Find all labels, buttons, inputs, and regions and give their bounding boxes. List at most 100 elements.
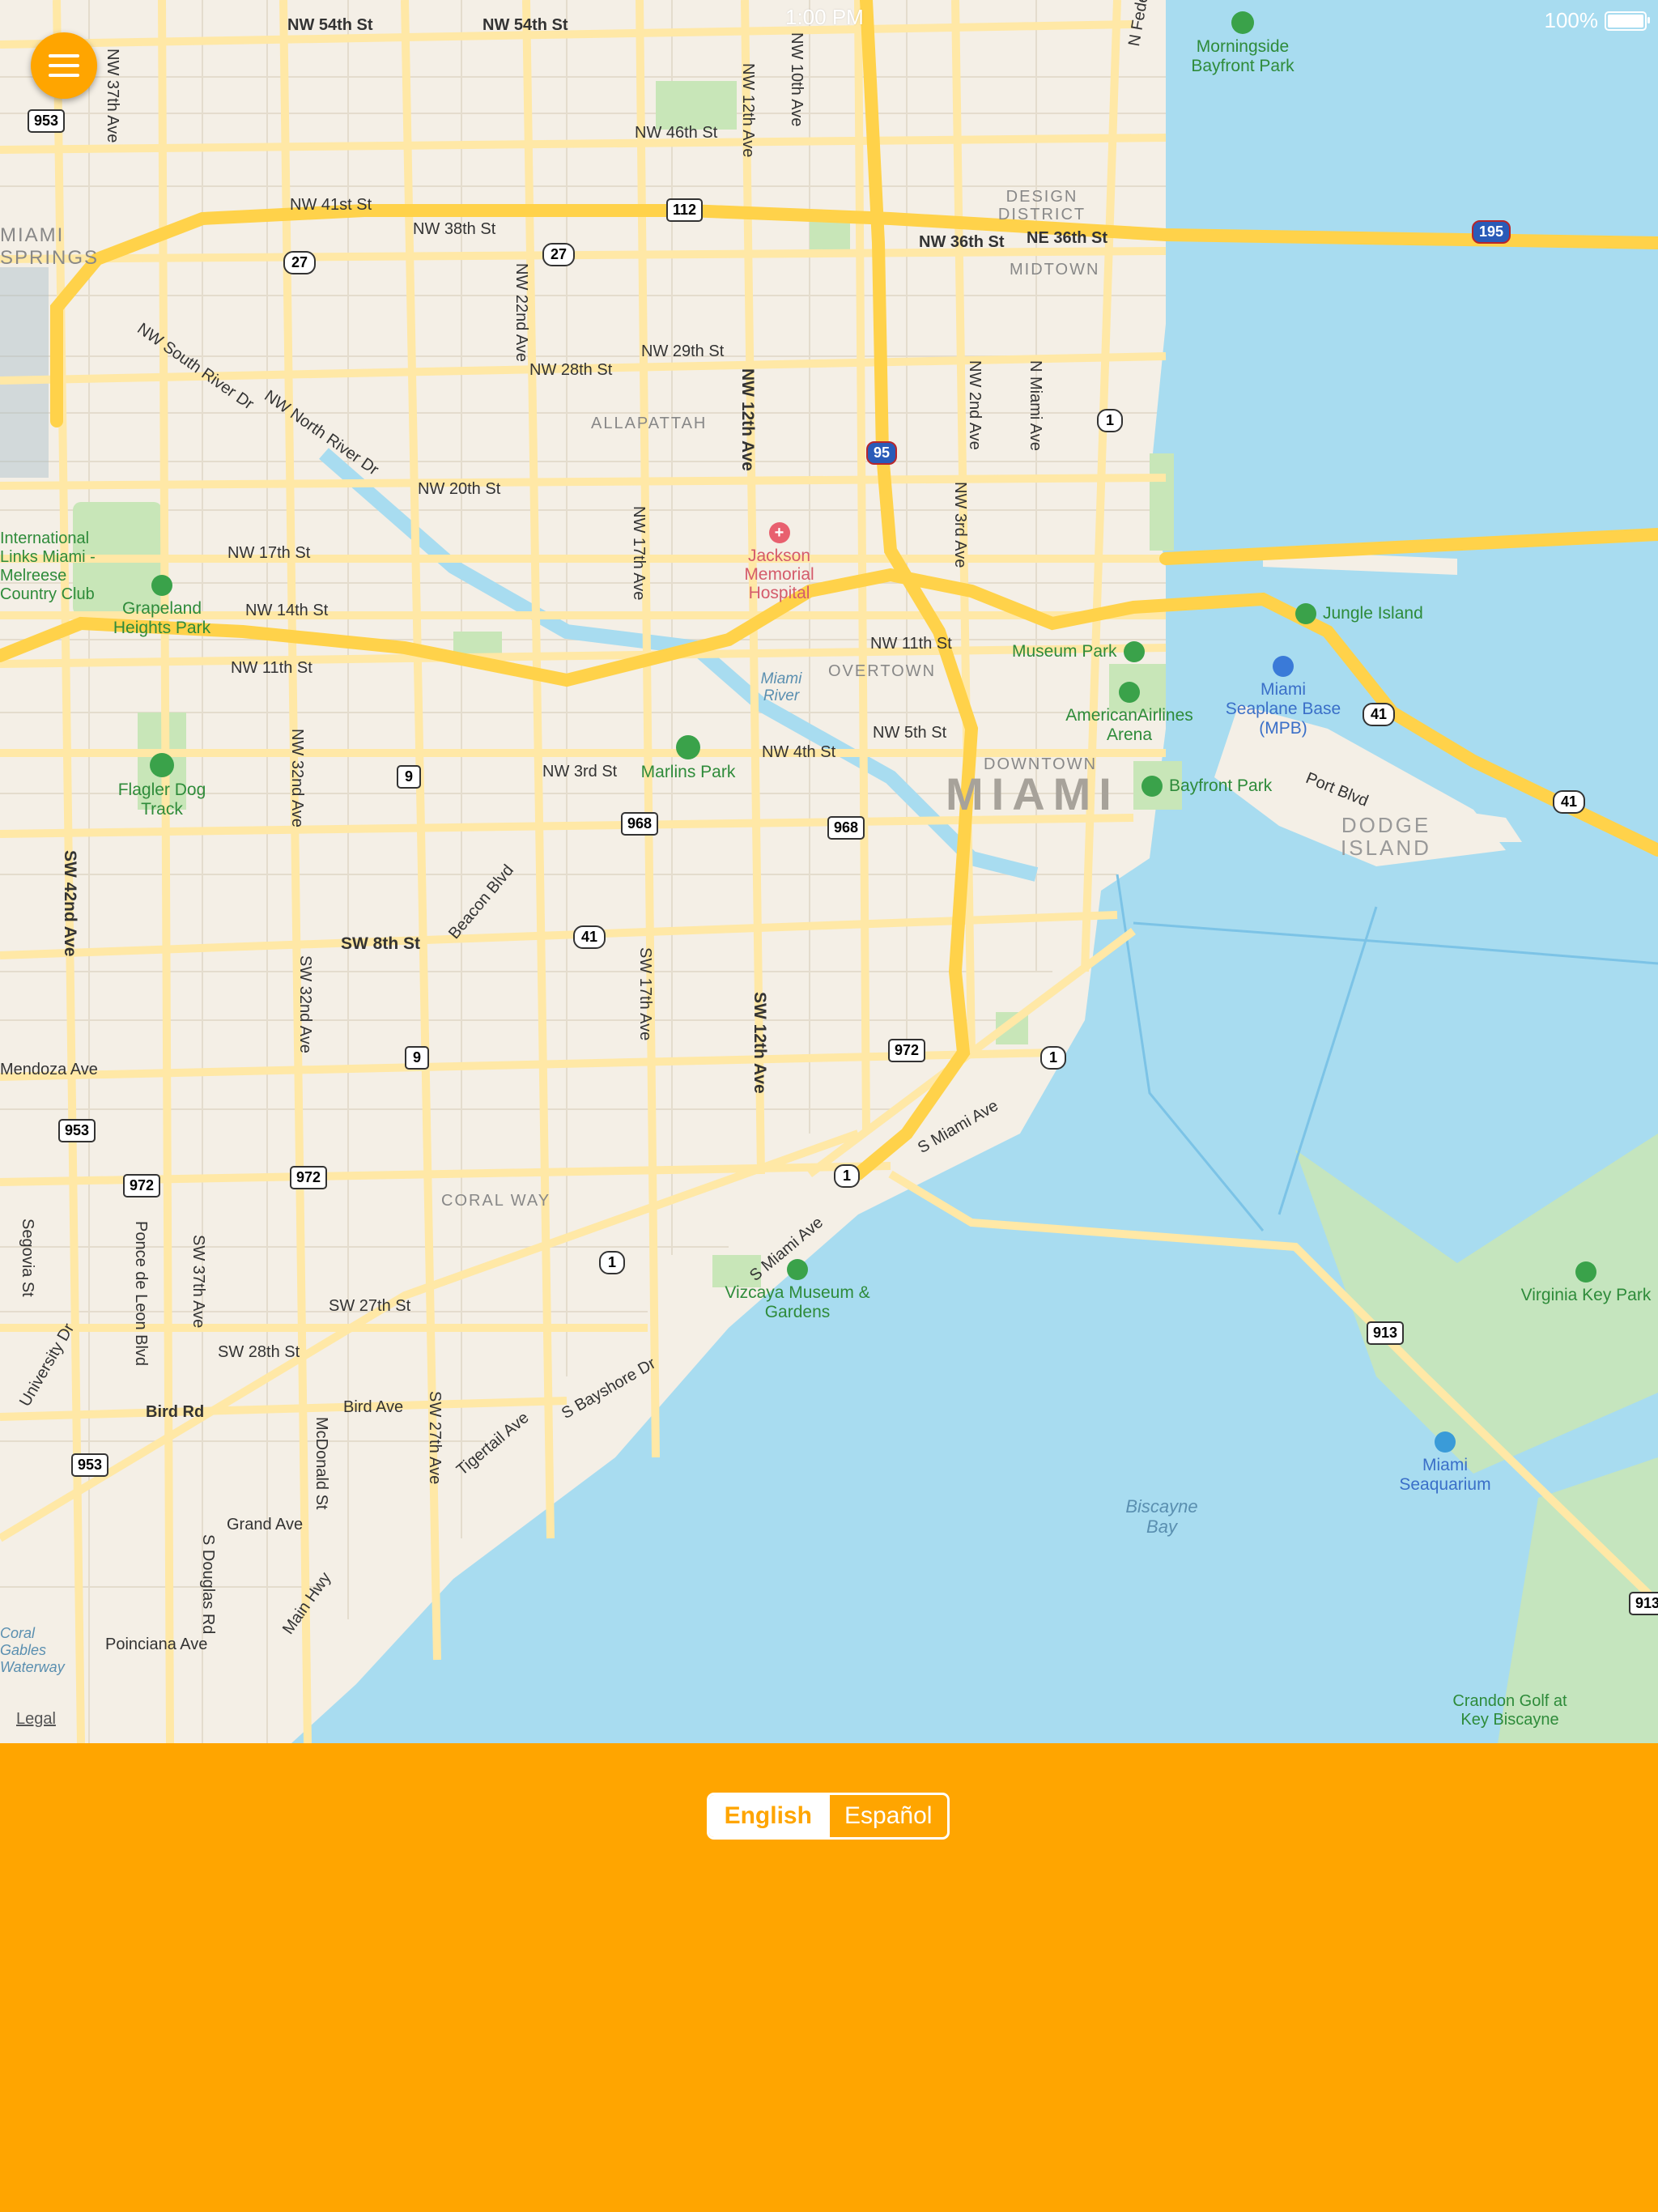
street-label: Poinciana Ave	[105, 1636, 208, 1653]
route-shield: 1	[834, 1164, 861, 1188]
route-shield: 112	[666, 198, 704, 222]
street-label: Bird Rd	[146, 1403, 205, 1421]
poi-park[interactable]: Morningside Bayfront Park	[1182, 11, 1303, 76]
route-shield: 41	[1553, 790, 1586, 814]
poi-label: International Links Miami - Melreese Cou…	[0, 530, 96, 603]
language-spanish-option[interactable]: Español	[827, 1795, 948, 1837]
street-label: Bird Ave	[343, 1398, 404, 1416]
route-shield: 968	[827, 816, 865, 840]
district-label: CORAL WAY	[441, 1192, 551, 1210]
street-label: NW 20th St	[418, 480, 501, 498]
street-label: NW 29th St	[641, 342, 725, 360]
district-label: OVERTOWN	[828, 662, 937, 680]
water-label: Biscayne Bay	[1125, 1496, 1198, 1537]
poi-hospital[interactable]: + Jackson Memorial Hospital	[729, 522, 830, 602]
street-label: SW 28th St	[218, 1343, 300, 1361]
poi-label: Crandon Golf at Key Biscayne	[1452, 1692, 1567, 1729]
district-label: DESIGN DISTRICT	[997, 188, 1086, 223]
street-label: NW 3rd St	[542, 763, 618, 781]
route-shield: 968	[621, 812, 659, 836]
language-english-option[interactable]: English	[709, 1795, 827, 1837]
tree-icon	[1141, 776, 1163, 797]
route-shield: 41	[573, 925, 606, 949]
poi-seaquarium[interactable]: Miami Seaquarium	[1392, 1431, 1498, 1495]
route-shield: 1	[1040, 1046, 1067, 1070]
street-label: NW 41st St	[290, 196, 372, 214]
street-label: NW 2nd Ave	[966, 360, 984, 450]
poi-vizcaya[interactable]: Vizcaya Museum & Gardens	[716, 1259, 878, 1322]
route-shield: 953	[28, 109, 66, 133]
poi-label: Jungle Island	[1323, 604, 1423, 623]
street-label: N Miami Ave	[1027, 360, 1044, 451]
tree-icon	[151, 575, 172, 596]
street-label: SW 32nd Ave	[296, 955, 314, 1053]
district-label: MIDTOWN	[1010, 261, 1100, 279]
poi-melreese[interactable]: International Links Miami - Melreese Cou…	[0, 530, 105, 604]
poi-grapeland[interactable]: Grapeland Heights Park	[105, 575, 219, 638]
route-shield: 913	[1367, 1321, 1405, 1345]
district-label: ALLAPATTAH	[591, 415, 708, 432]
route-shield: 953	[71, 1453, 109, 1477]
street-label: Ponce de Leon Blvd	[132, 1221, 150, 1367]
stadium-icon	[150, 753, 174, 777]
street-label: SW 27th St	[329, 1297, 411, 1315]
street-label: NW 54th St	[287, 16, 373, 34]
street-label: NW 17th Ave	[630, 506, 648, 601]
airplane-icon	[1273, 656, 1294, 677]
status-time: 1:00 PM	[785, 5, 864, 29]
water-label: Miami River	[760, 670, 802, 704]
street-label: NW 5th St	[873, 724, 947, 742]
street-label: NW 12th Ave	[738, 368, 757, 471]
poi-crandon-golf[interactable]: Crandon Golf at Key Biscayne	[1441, 1692, 1579, 1729]
street-label: SW 27th Ave	[426, 1391, 444, 1485]
poi-label: AmericanAirlines Arena	[1065, 706, 1193, 744]
street-label: NW 54th St	[483, 16, 568, 34]
street-label: SW 42nd Ave	[61, 850, 79, 957]
hamburger-icon	[49, 74, 79, 77]
street-label: Mendoza Ave	[0, 1061, 98, 1078]
stadium-icon	[676, 735, 700, 759]
route-shield: 972	[888, 1039, 926, 1062]
route-shield: 195	[1472, 220, 1511, 244]
street-label: NW 4th St	[762, 743, 836, 761]
poi-jungle-island[interactable]: Jungle Island	[1295, 603, 1423, 624]
route-shield: 1	[599, 1251, 626, 1274]
map-view[interactable]: NW 54th St NW 54th St NW 46th St NW 41st…	[0, 0, 1658, 1743]
tree-icon	[1575, 1261, 1596, 1283]
street-label: SW 12th Ave	[750, 992, 769, 1094]
route-shield: 9	[397, 765, 422, 789]
poi-bayfront-park[interactable]: Bayfront Park	[1141, 776, 1272, 797]
tree-icon	[1123, 641, 1145, 662]
poi-label: Miami Seaplane Base (MPB)	[1225, 680, 1341, 738]
street-label: NW 38th St	[413, 220, 496, 238]
street-label: NW 22nd Ave	[512, 263, 530, 362]
poi-marlins-park[interactable]: Marlins Park	[631, 735, 745, 782]
battery-indicator: 100%	[1544, 8, 1650, 33]
street-label: NW 3rd Ave	[951, 482, 969, 568]
tree-icon	[787, 1259, 808, 1280]
street-label: S Douglas Rd	[199, 1534, 217, 1635]
menu-button[interactable]	[31, 32, 97, 99]
route-shield: 41	[1363, 703, 1396, 726]
poi-flagler[interactable]: Flagler Dog Track	[109, 753, 215, 819]
route-shield: 27	[542, 243, 576, 266]
route-shield: 972	[290, 1166, 328, 1189]
street-label: Grand Ave	[227, 1516, 304, 1534]
poi-seaplane-base[interactable]: Miami Seaplane Base (MPB)	[1222, 656, 1344, 738]
poi-virginia-key[interactable]: Virginia Key Park	[1514, 1261, 1658, 1305]
poi-museum-park[interactable]: Museum Park	[1012, 641, 1145, 662]
battery-percent: 100%	[1544, 8, 1599, 32]
tree-icon	[1231, 11, 1254, 34]
language-selector[interactable]: English Español	[707, 1793, 950, 1840]
street-label: NW 37th Ave	[104, 49, 121, 143]
poi-arena[interactable]: AmericanAirlines Arena	[1056, 682, 1202, 745]
route-shield: 27	[283, 251, 317, 274]
legal-link[interactable]: Legal	[16, 1710, 56, 1729]
street-label: NW 17th St	[227, 544, 311, 562]
poi-label: Grapeland Heights Park	[113, 599, 211, 637]
street-label: NW 32nd Ave	[288, 729, 306, 827]
street-label: McDonald St	[312, 1417, 330, 1510]
street-label: SW 8th St	[341, 934, 420, 953]
poi-label: Museum Park	[1012, 642, 1117, 661]
city-label: MIAMI	[946, 768, 1120, 819]
